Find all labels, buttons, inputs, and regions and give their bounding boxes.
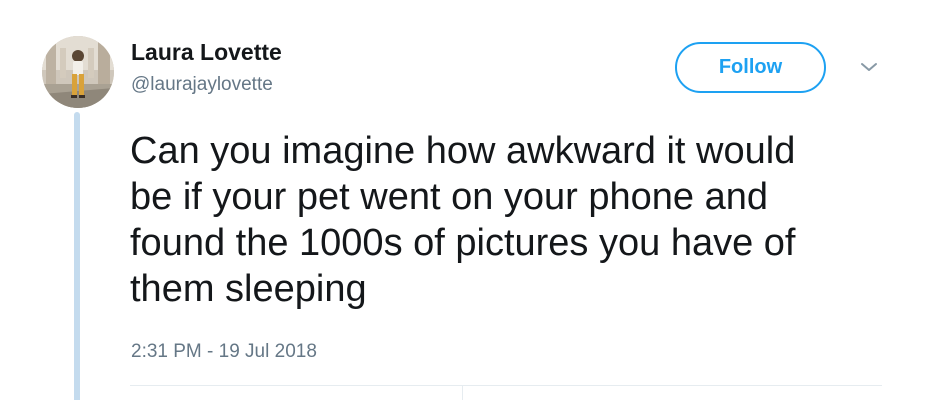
- tweet-text-line: them sleeping: [130, 268, 367, 310]
- tweet-text-line: found the 1000s of pictures you have of: [130, 222, 796, 264]
- follow-button[interactable]: Follow: [675, 42, 826, 93]
- thread-connector-line: [74, 112, 80, 400]
- author-avatar[interactable]: [42, 36, 114, 108]
- author-handle[interactable]: @laurajaylovette: [131, 73, 273, 97]
- tweet-menu-button[interactable]: [858, 58, 880, 76]
- tweet-text-line: be if your pet went on your phone and: [130, 176, 769, 218]
- divider-separator: [462, 385, 463, 400]
- tweet-text: Can you imagine how awkward it would be …: [130, 128, 890, 312]
- author-display-name[interactable]: Laura Lovette: [131, 38, 282, 66]
- tweet-timestamp[interactable]: 2:31 PM - 19 Jul 2018: [131, 340, 317, 364]
- tweet-card: Laura Lovette @laurajaylovette Follow Ca…: [0, 0, 926, 400]
- profile-photo-icon: [42, 36, 114, 108]
- divider: [130, 385, 882, 386]
- chevron-down-icon: [861, 63, 877, 71]
- tweet-text-line: Can you imagine how awkward it would: [130, 130, 796, 172]
